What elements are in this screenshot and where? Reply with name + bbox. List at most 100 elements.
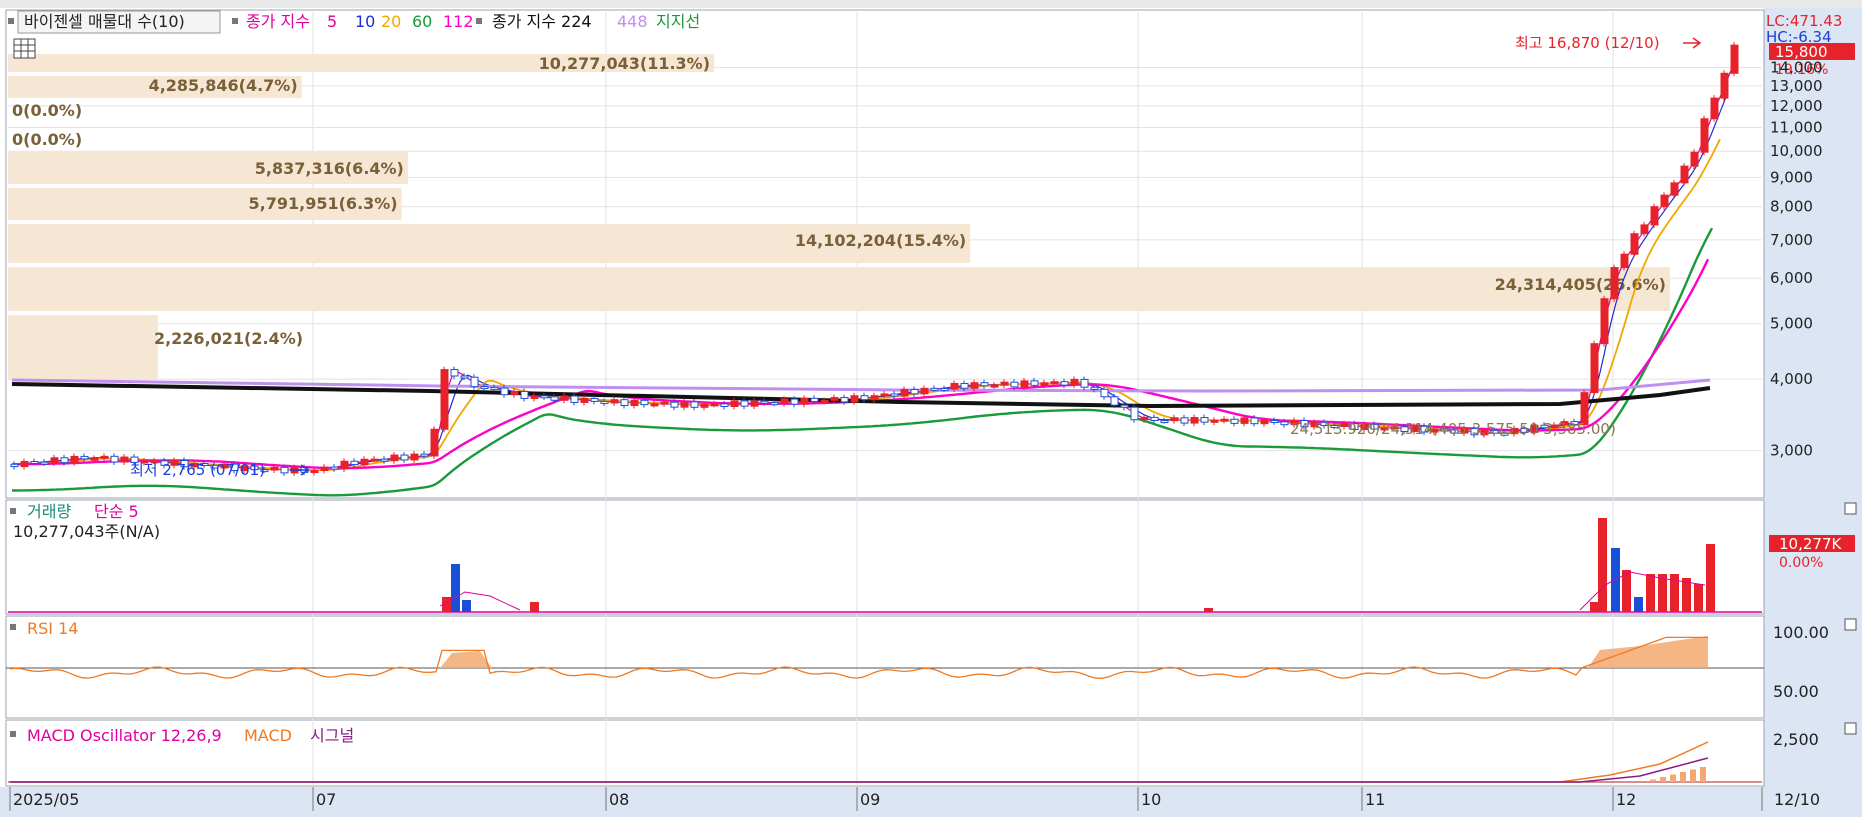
close-volume-panel-icon[interactable] bbox=[1844, 502, 1857, 515]
candle-body bbox=[1680, 165, 1689, 184]
candle-body bbox=[340, 460, 349, 470]
candle-body bbox=[480, 386, 489, 390]
candle-body bbox=[1610, 267, 1619, 300]
low-label: 최저 2,765 (07/01) bbox=[130, 461, 265, 479]
legend-square-icon bbox=[10, 731, 16, 737]
candle-body bbox=[1030, 380, 1039, 386]
candle-body bbox=[10, 463, 19, 468]
candle-body bbox=[1140, 416, 1149, 421]
price-tick-label: 7,000 bbox=[1770, 231, 1813, 249]
macd-oscillator-bar bbox=[1700, 767, 1706, 782]
volume-profile-label: 0(0.0%) bbox=[12, 101, 82, 120]
candle-body bbox=[1230, 418, 1239, 424]
price-tick-label: 3,000 bbox=[1770, 442, 1813, 460]
candle-body bbox=[1040, 382, 1049, 386]
candle-body bbox=[390, 454, 399, 462]
mid-overlay-label: 24,513.920/24,314,405 3,575.50 3,585.00) bbox=[1290, 420, 1616, 438]
candle-body bbox=[1210, 419, 1219, 423]
date-axis-label: 08 bbox=[609, 790, 629, 809]
candle-body bbox=[710, 403, 719, 407]
candle-body bbox=[1160, 420, 1169, 424]
candle-body bbox=[90, 457, 99, 461]
candle-body bbox=[1000, 381, 1009, 386]
candle-body bbox=[470, 376, 479, 388]
macd-oscillator-bar bbox=[1660, 777, 1666, 782]
date-axis-label: 10 bbox=[1141, 790, 1161, 809]
volume-bar bbox=[1706, 544, 1715, 612]
date-axis-label: 11 bbox=[1365, 790, 1385, 809]
candle-body bbox=[350, 460, 359, 466]
volume-badge-value: 10,277K bbox=[1779, 535, 1842, 553]
candle-body bbox=[630, 399, 639, 407]
legend-square-icon bbox=[476, 18, 482, 24]
candle-body bbox=[1240, 417, 1249, 424]
volume-profile-label: 14,102,204(15.4%) bbox=[795, 231, 966, 250]
volume-profile-label: 5,837,316(6.4%) bbox=[255, 159, 404, 178]
candle-body bbox=[270, 466, 279, 471]
candle-body bbox=[330, 466, 339, 470]
candle-body bbox=[80, 455, 89, 460]
candle-body bbox=[1220, 418, 1229, 422]
candle-body bbox=[1670, 182, 1679, 196]
candle-body bbox=[380, 458, 389, 462]
candle-body bbox=[540, 395, 549, 399]
candle-body bbox=[1060, 381, 1069, 386]
rsi-tick-100: 100.00 bbox=[1773, 623, 1829, 642]
candle-body bbox=[490, 386, 499, 390]
close-rsi-panel-icon[interactable] bbox=[1844, 618, 1857, 631]
candle-body bbox=[740, 400, 749, 407]
top-toolbar-strip bbox=[0, 0, 1862, 8]
date-axis-label: 09 bbox=[860, 790, 880, 809]
candle-body bbox=[1720, 72, 1729, 99]
candle-body bbox=[1120, 404, 1129, 408]
candle-body bbox=[700, 403, 709, 408]
candle-body bbox=[1100, 388, 1109, 398]
legend-square-icon bbox=[10, 508, 16, 514]
volume-profile-label: 2,226,021(2.4%) bbox=[154, 329, 303, 348]
candle-body bbox=[810, 397, 819, 403]
volume-bar bbox=[1598, 518, 1607, 612]
stock-chart: 2,226,021(2.4%) 24,314,405(26.6%) 14,102,2… bbox=[0, 0, 1862, 817]
candle-body bbox=[280, 466, 289, 474]
candle-body bbox=[1150, 416, 1159, 422]
date-axis-label: 12 bbox=[1616, 790, 1636, 809]
price-tick-label: 12,000 bbox=[1770, 97, 1823, 115]
candle-body bbox=[870, 395, 879, 401]
candle-body bbox=[880, 393, 889, 397]
candle-body bbox=[650, 403, 659, 407]
candle-body bbox=[1110, 396, 1119, 406]
candle-body bbox=[1660, 194, 1669, 208]
volume-bar bbox=[1204, 608, 1213, 612]
candle-body bbox=[1280, 421, 1289, 426]
macd-oscillator-bar bbox=[1690, 769, 1696, 782]
candle-body bbox=[620, 399, 629, 407]
table-grid-icon[interactable] bbox=[13, 38, 36, 59]
support-line-label: 지지선 bbox=[656, 12, 700, 31]
candle-body bbox=[1270, 420, 1279, 424]
ma-period-112: 112 bbox=[443, 12, 474, 31]
close-macd-panel-icon[interactable] bbox=[1844, 722, 1857, 735]
volume-bar bbox=[530, 602, 539, 612]
candle-body bbox=[830, 397, 839, 401]
candle-body bbox=[1620, 253, 1629, 269]
macd-label: MACD bbox=[244, 726, 292, 745]
candle-body bbox=[690, 401, 699, 408]
price-tick-label: 8,000 bbox=[1770, 198, 1813, 216]
candle-body bbox=[920, 387, 929, 395]
candle-body bbox=[40, 461, 49, 465]
candle-body bbox=[30, 461, 39, 465]
candle-body bbox=[320, 466, 329, 472]
candle-body bbox=[1130, 406, 1139, 421]
candle-body bbox=[970, 382, 979, 389]
candle-body bbox=[980, 382, 989, 387]
candle-body bbox=[1050, 381, 1059, 385]
ma-prefix: 종가 지수 bbox=[246, 12, 310, 31]
candle-body bbox=[730, 400, 739, 407]
rsi-label: RSI 14 bbox=[27, 619, 78, 638]
candle-body bbox=[1710, 97, 1719, 120]
ma-448-label: 448 bbox=[617, 12, 648, 31]
candle-body bbox=[520, 390, 529, 399]
candle-body bbox=[1170, 417, 1179, 422]
volume-profile-label: 0(0.0%) bbox=[12, 130, 82, 149]
price-tick-label: 10,000 bbox=[1770, 142, 1823, 160]
